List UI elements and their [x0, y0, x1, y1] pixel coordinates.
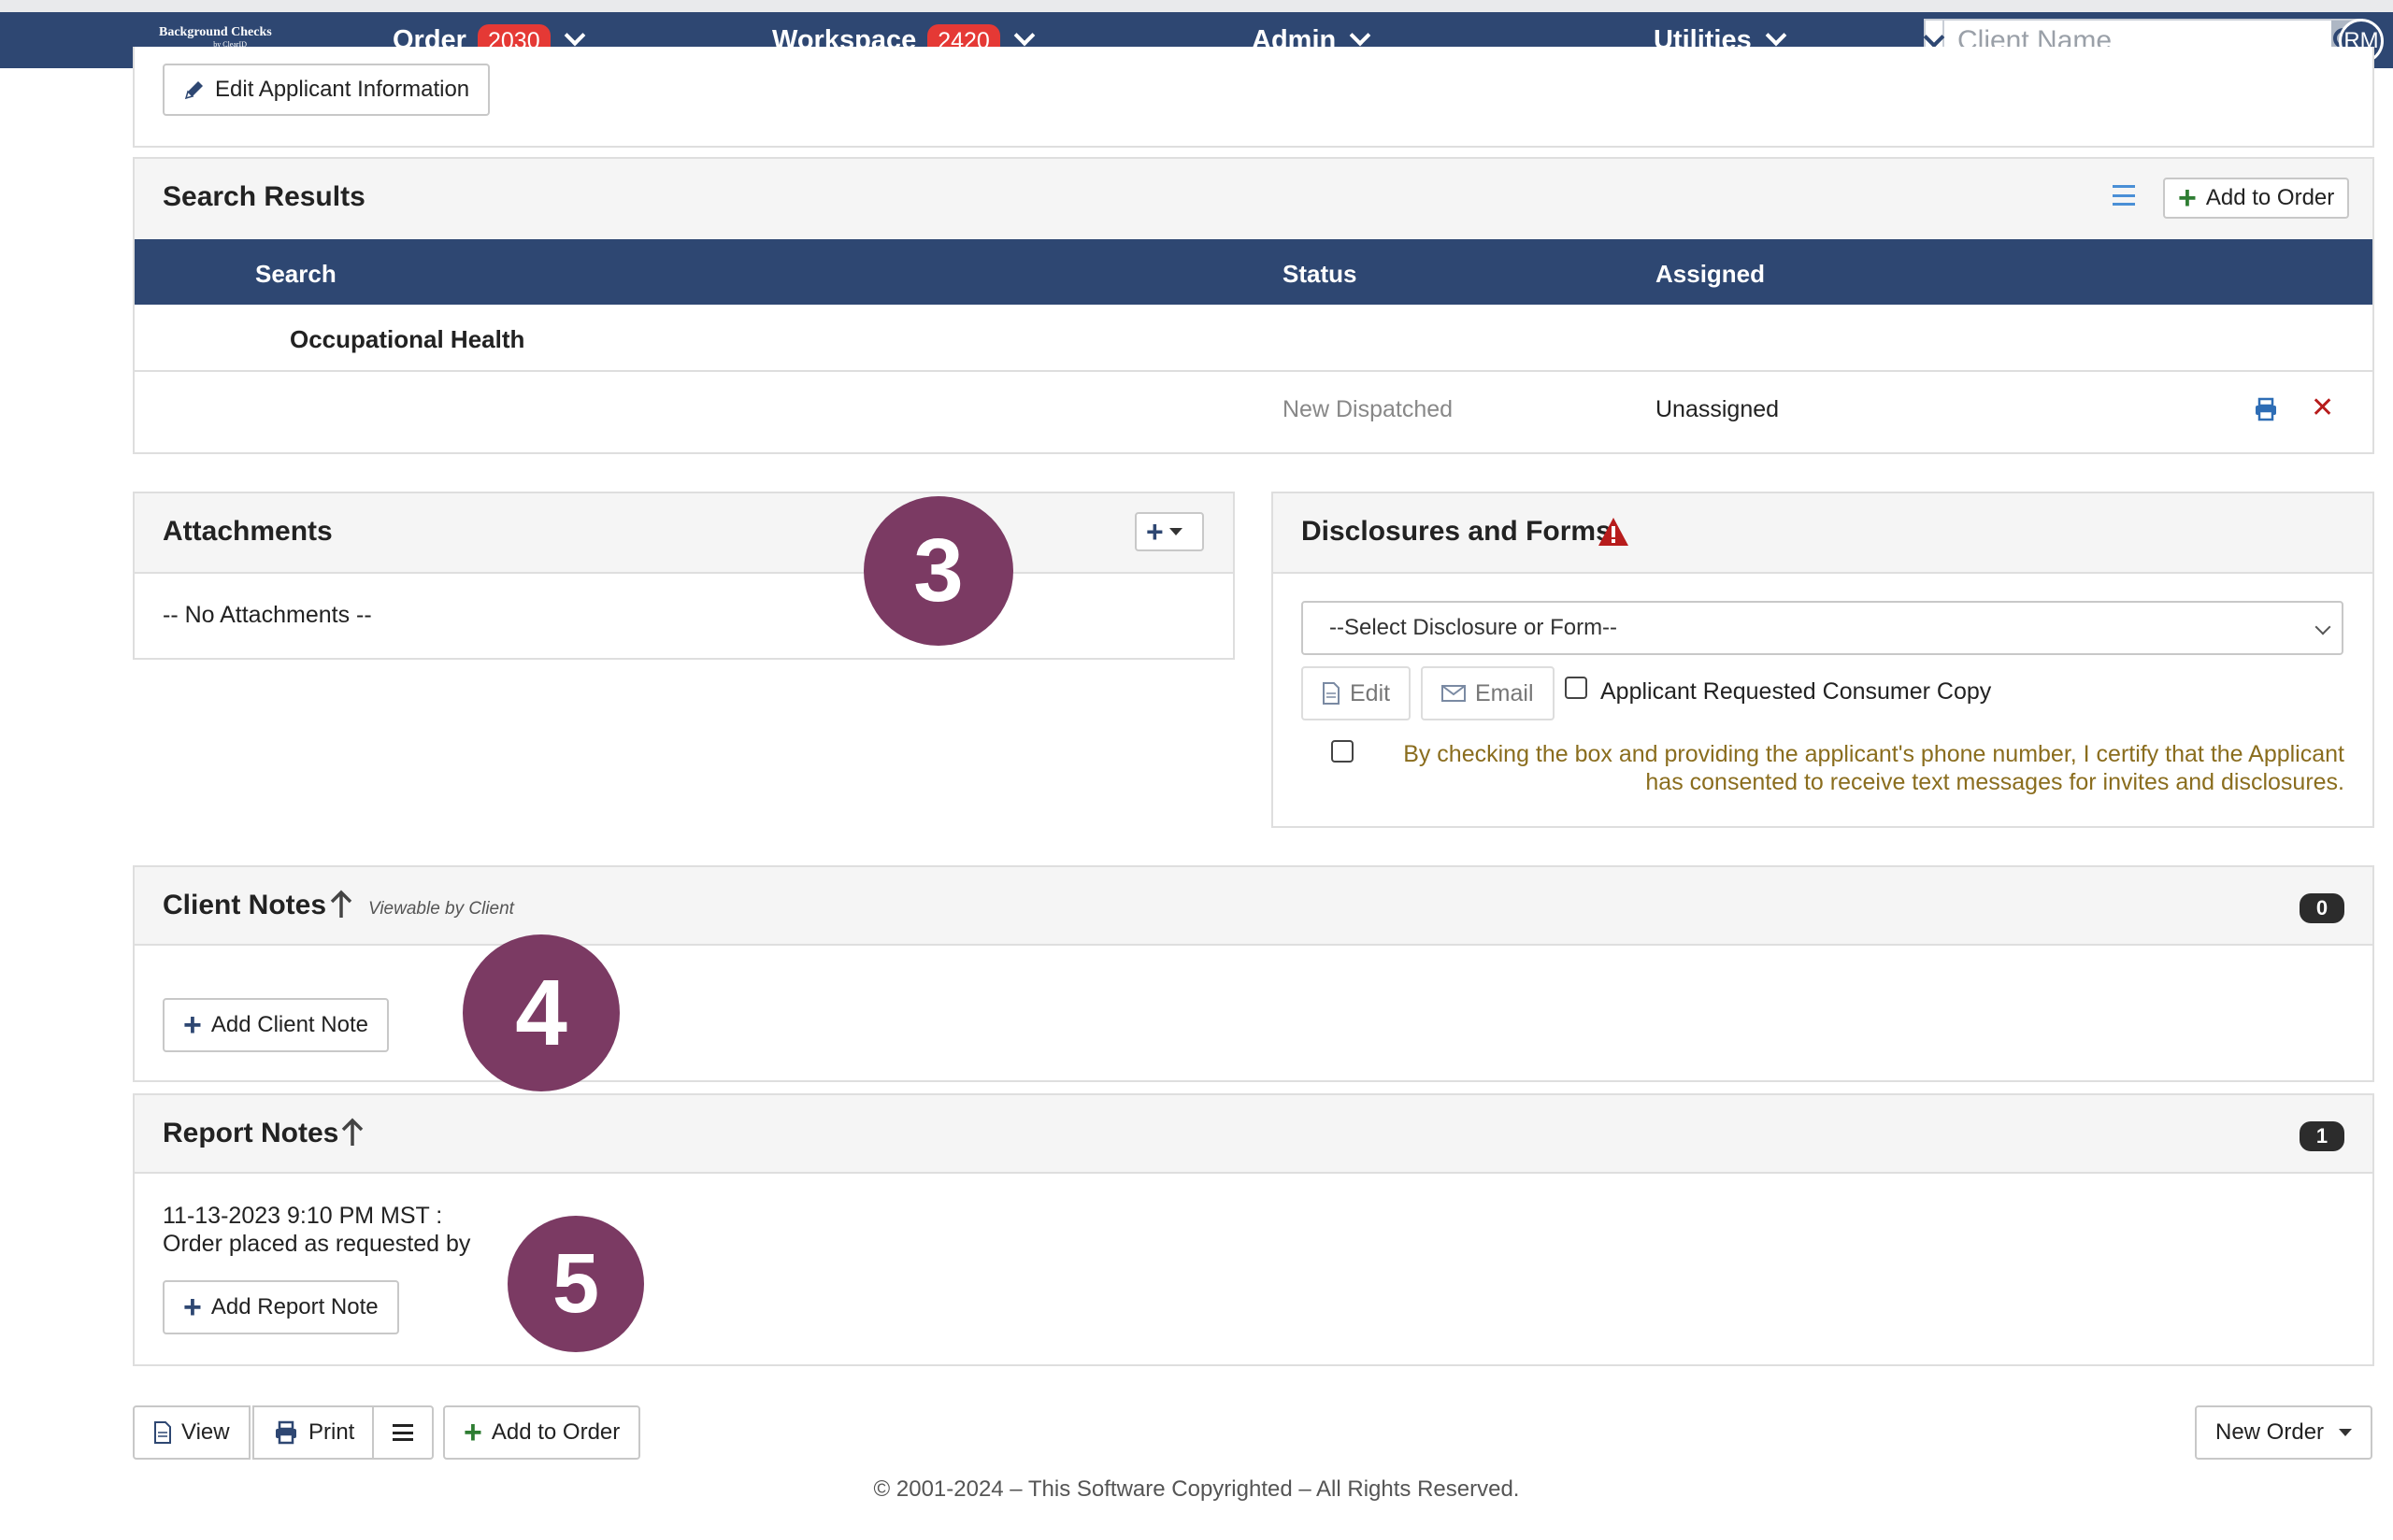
copyright-footer: © 2001-2024 – This Software Copyrighted … — [873, 1476, 1520, 1502]
consent-line-1: By checking the box and providing the ap… — [1403, 741, 2344, 767]
more-menu-button[interactable] — [372, 1405, 434, 1460]
chevron-down-icon — [1923, 26, 1945, 49]
edit-applicant-label: Edit Applicant Information — [215, 77, 470, 102]
print-icon[interactable] — [2253, 396, 2279, 429]
chevron-down-icon — [1013, 24, 1036, 47]
chevron-down-icon — [2314, 619, 2331, 635]
disclosures-header: Disclosures and Forms — [1273, 493, 2372, 574]
print-label: Print — [308, 1419, 355, 1445]
pencil-icon — [184, 81, 203, 100]
search-results-header: Search Results + Add to Order — [135, 159, 2372, 239]
remove-icon[interactable]: ✕ — [2311, 394, 2334, 422]
plus-icon: + — [183, 1290, 202, 1325]
view-button[interactable]: View — [133, 1405, 251, 1460]
attachments-panel: Attachments + -- No Attachments -- — [133, 492, 1235, 660]
search-results-title: Search Results — [163, 181, 365, 212]
report-notes-title: Report Notes — [163, 1118, 339, 1148]
menu-icon — [393, 1424, 413, 1441]
chevron-down-icon — [564, 24, 585, 47]
new-order-label: New Order — [2215, 1419, 2325, 1445]
attachments-title: Attachments — [163, 516, 333, 547]
plus-icon: + — [1146, 515, 1164, 549]
caret-down-icon — [1168, 528, 1182, 535]
consumer-copy-checkbox[interactable] — [1565, 677, 1587, 699]
column-status: Status — [1282, 260, 1357, 288]
annotation-marker-5: 5 — [508, 1216, 644, 1352]
bottom-add-to-order-label: Add to Order — [491, 1419, 621, 1445]
add-to-order-button[interactable]: + Add to Order — [2163, 178, 2350, 219]
annotation-marker-3: 3 — [864, 496, 1013, 646]
plus-icon: + — [2178, 180, 2197, 216]
client-notes-count: 0 — [2300, 893, 2344, 923]
disclosure-select-value: --Select Disclosure or Form-- — [1329, 615, 1618, 640]
results-table-header: Search Status Assigned — [135, 239, 2372, 305]
chevron-down-icon — [1765, 24, 1787, 47]
view-label: View — [181, 1419, 230, 1445]
report-note-entry: 11-13-2023 9:10 PM MST : Order placed as… — [163, 1202, 470, 1258]
plus-icon: + — [464, 1415, 482, 1450]
caret-down-icon — [2339, 1429, 2353, 1436]
add-report-note-label: Add Report Note — [210, 1294, 379, 1319]
print-button[interactable]: Print — [252, 1405, 376, 1460]
document-icon — [154, 1421, 171, 1444]
email-form-label: Email — [1475, 679, 1534, 706]
annotation-marker-4: 4 — [463, 934, 620, 1091]
add-client-note-label: Add Client Note — [210, 1012, 368, 1037]
add-report-note-button[interactable]: + Add Report Note — [163, 1280, 399, 1334]
table-group-row: Occupational Health — [135, 305, 2372, 372]
row-status: New Dispatched — [1282, 396, 1454, 422]
top-strip — [0, 0, 2393, 12]
group-occupational-health: Occupational Health — [290, 325, 525, 353]
consumer-copy-label: Applicant Requested Consumer Copy — [1600, 678, 1992, 705]
arrow-up-icon[interactable] — [329, 890, 353, 926]
print-icon — [276, 1420, 296, 1445]
new-order-dropdown[interactable]: New Order — [2195, 1405, 2373, 1460]
add-attachment-dropdown[interactable]: + — [1135, 512, 1204, 551]
no-attachments-text: -- No Attachments -- — [163, 602, 372, 628]
report-notes-panel: Report Notes 1 11-13-2023 9:10 PM MST : … — [133, 1093, 2374, 1366]
plus-icon: + — [183, 1007, 202, 1043]
table-row: New Dispatched Unassigned ✕ — [135, 372, 2372, 449]
bottom-add-to-order-button[interactable]: + Add to Order — [443, 1405, 641, 1460]
edit-applicant-button[interactable]: Edit Applicant Information — [163, 64, 491, 116]
column-search: Search — [255, 260, 337, 288]
client-notes-header: Client Notes Viewable by Client 0 — [135, 867, 2372, 946]
column-assigned: Assigned — [1655, 260, 1766, 288]
edit-form-label: Edit — [1350, 679, 1391, 706]
client-notes-panel: Client Notes Viewable by Client 0 + Add … — [133, 865, 2374, 1082]
text-consent-label: By checking the box and providing the ap… — [1367, 740, 2344, 796]
disclosure-select[interactable]: --Select Disclosure or Form-- — [1301, 601, 2343, 655]
report-note-time: 11-13-2023 9:10 PM MST : — [163, 1203, 443, 1229]
report-notes-header: Report Notes 1 — [135, 1095, 2372, 1174]
add-to-order-label: Add to Order — [2205, 185, 2335, 210]
envelope-icon — [1441, 685, 1466, 702]
email-form-button[interactable]: Email — [1421, 666, 1555, 720]
row-assigned: Unassigned — [1655, 396, 1780, 422]
disclosures-title: Disclosures and Forms — [1301, 516, 1612, 547]
search-results-panel: Search Results + Add to Order Search Sta… — [133, 157, 2374, 454]
disclosures-panel: Disclosures and Forms --Select Disclosur… — [1271, 492, 2374, 828]
document-icon — [1323, 682, 1340, 705]
add-client-note-button[interactable]: + Add Client Note — [163, 998, 389, 1052]
viewable-by-client-note: Viewable by Client — [368, 899, 514, 919]
edit-form-button[interactable]: Edit — [1301, 666, 1411, 720]
report-notes-count: 1 — [2300, 1121, 2344, 1151]
chevron-down-icon — [1349, 24, 1371, 47]
arrow-up-icon[interactable] — [340, 1118, 365, 1154]
report-note-text: Order placed as requested by — [163, 1231, 471, 1257]
text-consent-checkbox[interactable] — [1331, 740, 1354, 763]
client-notes-title: Client Notes — [163, 890, 327, 920]
applicant-panel: Edit Applicant Information — [133, 47, 2374, 148]
list-icon[interactable] — [2113, 185, 2135, 206]
attachments-header: Attachments + — [135, 493, 1233, 574]
warning-icon — [1597, 516, 1630, 554]
logo-line1: Background Checks — [159, 25, 272, 39]
consent-line-2: has consented to receive text messages f… — [1645, 769, 2344, 795]
